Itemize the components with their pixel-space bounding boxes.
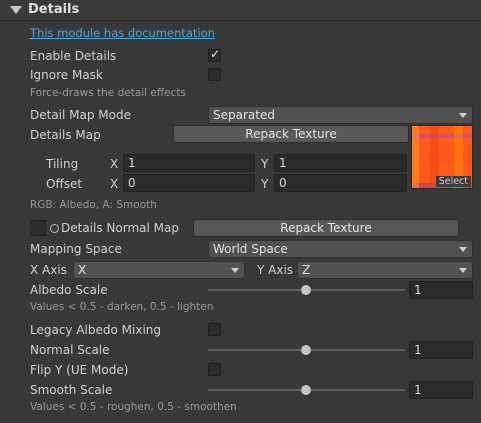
chevron-down-icon xyxy=(459,113,467,118)
offset-y-field[interactable]: 0 xyxy=(274,174,407,192)
tiling-y-label: Y xyxy=(261,157,269,171)
smooth-scale-slider-thumb[interactable] xyxy=(301,385,311,395)
albedo-scale-label: Albedo Scale xyxy=(30,283,108,297)
normal-scale-field[interactable]: 1 xyxy=(409,341,473,359)
offset-label: Offset xyxy=(46,177,83,191)
mapping-space-value: World Space xyxy=(213,242,288,256)
section-title: Details xyxy=(28,2,80,17)
normal-scale-label: Normal Scale xyxy=(30,343,110,357)
enable-details-checkbox[interactable]: ✓ xyxy=(208,47,221,62)
detail-map-mode-dropdown[interactable]: Separated xyxy=(208,106,473,124)
legacy-albedo-mixing-checkbox[interactable] xyxy=(208,323,221,336)
y-axis-value: Z xyxy=(302,263,311,277)
chevron-down-icon xyxy=(459,247,467,252)
x-axis-dropdown[interactable]: X xyxy=(73,261,245,279)
details-section-header[interactable]: Details xyxy=(0,0,481,21)
texture-select-button[interactable]: Select xyxy=(435,176,471,187)
tiling-y-field[interactable]: 1 xyxy=(274,154,407,172)
offset-y-label: Y xyxy=(261,177,269,191)
albedo-scale-slider-thumb[interactable] xyxy=(301,285,311,295)
smooth-scale-hint: Values < 0.5 - roughen, 0.5 - smoothen xyxy=(30,401,237,413)
x-axis-label: X Axis xyxy=(30,263,67,277)
mapping-space-dropdown[interactable]: World Space xyxy=(208,240,473,258)
flip-y-checkbox[interactable] xyxy=(208,363,221,376)
ignore-mask-label: Ignore Mask xyxy=(30,68,103,82)
offset-x-field[interactable]: 0 xyxy=(123,174,255,192)
flip-y-label: Flip Y (UE Mode) xyxy=(30,363,129,377)
detail-map-mode-label: Detail Map Mode xyxy=(30,108,131,122)
checkmark-icon: ✓ xyxy=(210,47,221,61)
details-normal-map-label: Details Normal Map xyxy=(61,221,179,235)
tiling-label: Tiling xyxy=(46,157,79,171)
normal-map-repack-texture-button[interactable]: Repack Texture xyxy=(193,219,459,237)
smooth-scale-field[interactable]: 1 xyxy=(409,381,473,399)
enable-details-label: Enable Details xyxy=(30,49,117,63)
repack-texture-button[interactable]: Repack Texture xyxy=(173,125,409,143)
mapping-space-label: Mapping Space xyxy=(30,242,122,256)
ignore-mask-hint: Force-draws the detail effects xyxy=(30,87,186,99)
normal-scale-slider-thumb[interactable] xyxy=(301,345,311,355)
y-axis-label: Y Axis xyxy=(257,263,294,277)
tiling-x-label: X xyxy=(110,157,119,171)
offset-x-label: X xyxy=(110,177,119,191)
rgb-channel-hint: RGB: Albedo, A: Smooth xyxy=(30,199,157,211)
chevron-down-icon xyxy=(231,268,239,273)
object-picker-icon[interactable] xyxy=(50,224,59,233)
ignore-mask-checkbox[interactable] xyxy=(208,68,221,81)
detail-map-mode-value: Separated xyxy=(213,108,275,122)
chevron-down-icon xyxy=(459,268,467,273)
details-map-label: Details Map xyxy=(30,128,101,142)
albedo-scale-field[interactable]: 1 xyxy=(409,281,473,299)
details-map-texture-thumbnail[interactable]: Select xyxy=(411,125,473,189)
normal-map-texture-slot[interactable] xyxy=(30,220,46,236)
legacy-albedo-mixing-label: Legacy Albedo Mixing xyxy=(30,323,162,337)
y-axis-dropdown[interactable]: Z xyxy=(297,261,473,279)
foldout-arrow-icon[interactable] xyxy=(10,6,22,14)
documentation-link[interactable]: This module has documentation xyxy=(30,26,215,40)
x-axis-value: X xyxy=(78,263,87,277)
albedo-scale-hint: Values < 0.5 - darken, 0.5 - lighten xyxy=(30,301,214,313)
smooth-scale-label: Smooth Scale xyxy=(30,383,113,397)
tiling-x-field[interactable]: 1 xyxy=(123,154,255,172)
